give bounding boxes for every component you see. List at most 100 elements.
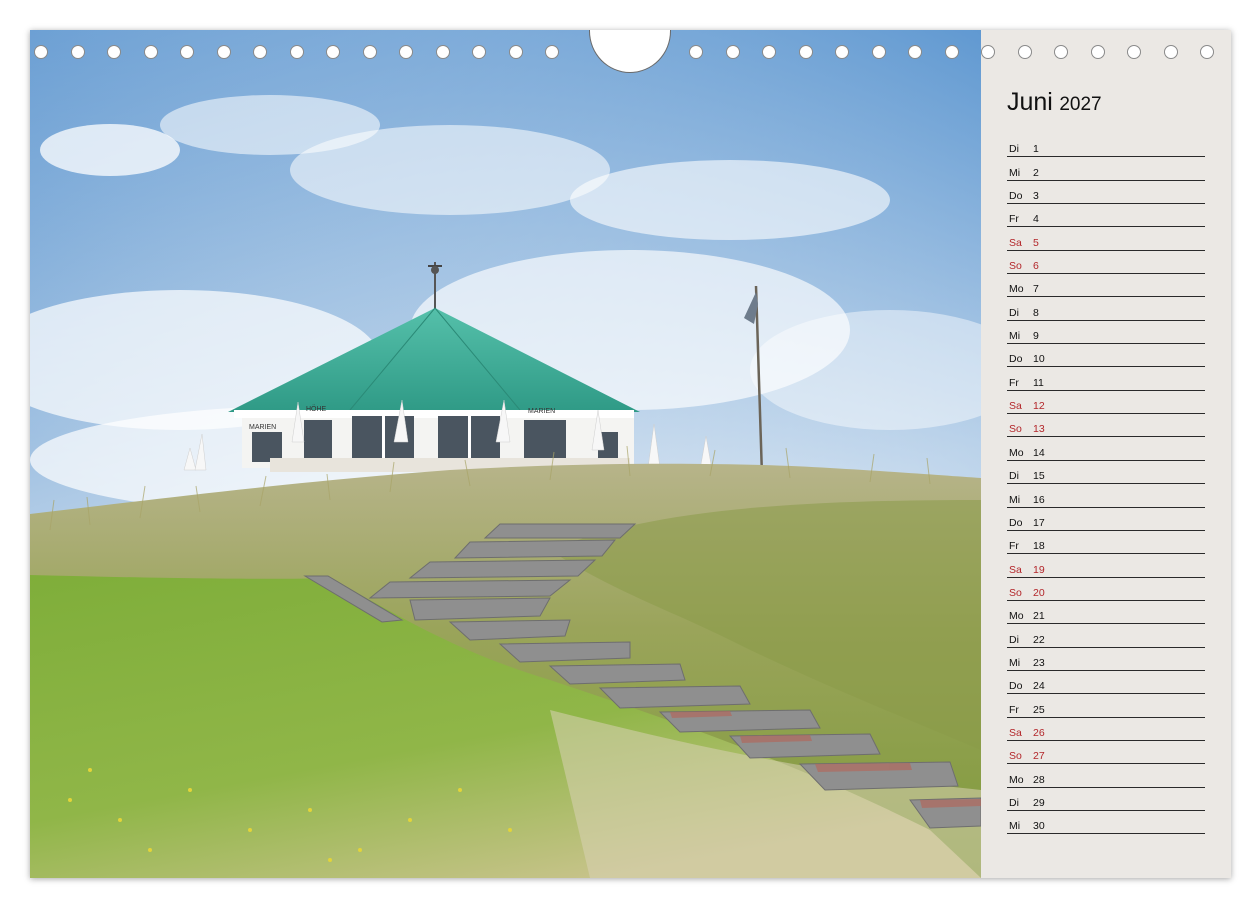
weekday-label: Di: [1009, 796, 1019, 809]
day-number: 28: [1033, 773, 1045, 786]
day-number: 15: [1033, 470, 1045, 483]
weekday-label: Di: [1009, 470, 1019, 483]
day-row: Di 22: [1007, 624, 1205, 648]
photo-area: MARIEN HÖHE MARIEN: [30, 30, 981, 878]
weekday-label: Mi: [1009, 493, 1021, 506]
day-list: Di 1 Mi 2 Do 3 Fr 4 Sa 5 So 6 Mo 7 Di 8 Mi 9 Do 10 Fr 11 Sa 12 S…: [1007, 134, 1205, 835]
day-number: 11: [1033, 376, 1044, 389]
weekday-label: Do: [1009, 680, 1023, 693]
day-number: 3: [1033, 190, 1039, 203]
day-row: Do 3: [1007, 181, 1205, 205]
day-number: 14: [1033, 446, 1045, 459]
day-row: Di 8: [1007, 297, 1205, 321]
weekday-label: Mi: [1009, 166, 1021, 179]
weekday-label: Sa: [1009, 726, 1022, 739]
day-row: Fr 18: [1007, 531, 1205, 555]
day-row: Mo 28: [1007, 764, 1205, 788]
day-number: 26: [1033, 726, 1045, 739]
day-number: 16: [1033, 493, 1045, 506]
day-row: Sa 19: [1007, 554, 1205, 578]
day-row: So 27: [1007, 741, 1205, 765]
weekday-label: Mi: [1009, 656, 1021, 669]
day-row: Fr 25: [1007, 694, 1205, 718]
weekday-label: So: [1009, 423, 1022, 436]
day-number: 19: [1033, 563, 1045, 576]
weekday-label: Fr: [1009, 703, 1019, 716]
weekday-label: Fr: [1009, 540, 1019, 553]
day-number: 24: [1033, 680, 1045, 693]
month-title: Juni 2027: [1007, 88, 1102, 117]
weekday-label: Fr: [1009, 213, 1019, 226]
dune-photo: MARIEN HÖHE MARIEN: [30, 30, 981, 878]
weekday-label: Do: [1009, 353, 1023, 366]
weekday-label: Sa: [1009, 236, 1022, 249]
day-number: 2: [1033, 166, 1039, 179]
day-row: Mi 23: [1007, 648, 1205, 671]
day-row: Di 29: [1007, 788, 1205, 811]
day-row: Fr 4: [1007, 204, 1205, 228]
day-number: 5: [1033, 236, 1039, 249]
day-row: Fr 11: [1007, 367, 1205, 391]
day-number: 29: [1033, 796, 1045, 809]
day-number: 6: [1033, 260, 1039, 273]
month-name: Juni: [1007, 88, 1053, 116]
weekday-label: Mo: [1009, 610, 1024, 623]
day-number: 1: [1033, 143, 1039, 156]
day-row: Mi 16: [1007, 484, 1205, 508]
weekday-label: Do: [1009, 190, 1023, 203]
day-number: 20: [1033, 586, 1045, 599]
day-row: Do 10: [1007, 344, 1205, 368]
day-number: 17: [1033, 516, 1045, 529]
weekday-label: Sa: [1009, 563, 1022, 576]
day-number: 7: [1033, 283, 1039, 296]
weekday-label: Fr: [1009, 376, 1019, 389]
building-sign-right: MARIEN: [528, 408, 555, 415]
day-row: Mi 2: [1007, 157, 1205, 181]
day-number: 27: [1033, 750, 1045, 763]
day-number: 23: [1033, 656, 1045, 669]
day-number: 8: [1033, 306, 1039, 319]
day-number: 25: [1033, 703, 1045, 716]
weekday-label: Mi: [1009, 330, 1021, 343]
day-number: 9: [1033, 330, 1039, 343]
day-row: So 13: [1007, 414, 1205, 438]
weekday-label: Mo: [1009, 773, 1024, 786]
day-number: 13: [1033, 423, 1045, 436]
day-row: Sa 26: [1007, 718, 1205, 741]
day-row: Di 15: [1007, 461, 1205, 485]
weekday-label: Mo: [1009, 283, 1024, 296]
day-row: Mo 14: [1007, 437, 1205, 461]
month-year: 2027: [1059, 94, 1102, 115]
weekday-label: Di: [1009, 143, 1019, 156]
weekday-label: Di: [1009, 306, 1019, 319]
day-number: 22: [1033, 633, 1045, 646]
day-row: So 20: [1007, 578, 1205, 601]
day-row: Mo 21: [1007, 601, 1205, 625]
weekday-label: So: [1009, 586, 1022, 599]
weekday-label: Di: [1009, 633, 1019, 646]
day-number: 18: [1033, 540, 1045, 553]
weekday-label: Mi: [1009, 820, 1021, 833]
day-row: Sa 12: [1007, 391, 1205, 415]
day-number: 30: [1033, 820, 1045, 833]
building-sign-mid: HÖHE: [306, 405, 327, 413]
day-row: So 6: [1007, 251, 1205, 275]
day-row: Mi 30: [1007, 811, 1205, 835]
calendar-sidebar: Juni 2027 Di 1 Mi 2 Do 3 Fr 4 Sa 5 So 6 Mo 7 Di 8 Mi 9 Do 1…: [981, 30, 1231, 878]
day-row: Do 24: [1007, 671, 1205, 695]
day-row: Di 1: [1007, 134, 1205, 158]
day-row: Sa 5: [1007, 227, 1205, 251]
calendar-page: MARIEN HÖHE MARIEN Juni 2027 Di 1 Mi 2 D…: [30, 30, 1231, 878]
weekday-label: So: [1009, 750, 1022, 763]
day-number: 10: [1033, 353, 1045, 366]
weekday-label: So: [1009, 260, 1022, 273]
weekday-label: Sa: [1009, 400, 1022, 413]
day-number: 12: [1033, 400, 1045, 413]
day-row: Mo 7: [1007, 274, 1205, 298]
weekday-label: Do: [1009, 516, 1023, 529]
weekday-label: Mo: [1009, 446, 1024, 459]
building-sign-left: MARIEN: [249, 424, 276, 431]
day-row: Do 17: [1007, 508, 1205, 531]
day-row: Mi 9: [1007, 321, 1205, 345]
day-number: 21: [1033, 610, 1045, 623]
